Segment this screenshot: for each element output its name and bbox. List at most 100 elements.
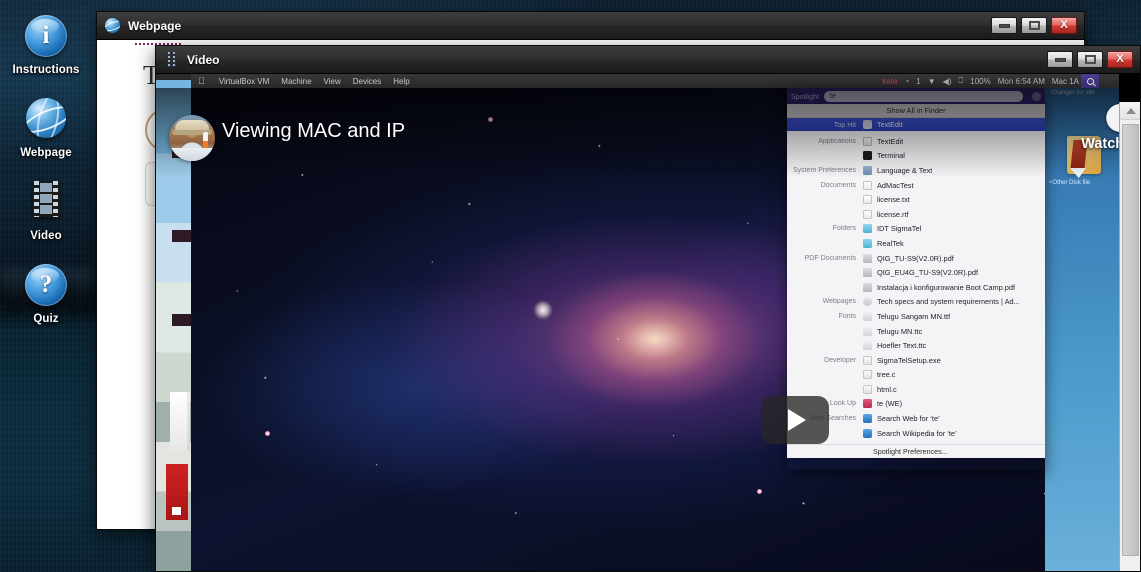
spotlight-result-name: license.rtf — [877, 209, 909, 219]
maximize-button[interactable] — [1021, 17, 1047, 34]
source-file-icon — [863, 370, 872, 380]
watch-later-label: Watch later — [1081, 136, 1119, 152]
maximize-button[interactable] — [1077, 51, 1103, 68]
minimize-button[interactable] — [1047, 51, 1073, 68]
webpage-titlebar[interactable]: Webpage X — [97, 12, 1084, 40]
close-icon: X — [1116, 53, 1124, 65]
webpage-icon — [863, 297, 872, 307]
spotlight-result-name: te (WE) — [877, 399, 903, 409]
spotlight-result-name: IDT SigmaTel — [877, 224, 922, 234]
dictionary-icon — [863, 399, 872, 409]
video-titlebar[interactable]: Video X — [156, 46, 1140, 74]
spotlight-result-name: Hoefler Text.ttc — [877, 341, 927, 351]
spotlight-result-name: Telugu Sangam MN.ttf — [877, 311, 951, 321]
wikipedia-search-icon — [863, 428, 872, 438]
spotlight-category: Applications — [818, 137, 856, 145]
wifi-icon: ▼ — [927, 76, 936, 86]
document-icon — [863, 180, 872, 190]
menubar-item-view: View — [316, 76, 341, 86]
spotlight-result-row: Webpages Tech specs and system requireme… — [787, 295, 1045, 310]
spotlight-result-name: TextEdit — [877, 120, 903, 129]
menubar-status-count: 1 — [916, 76, 921, 86]
info-circle-icon: i — [24, 15, 68, 59]
spotlight-result-row: PDF Documents QIG_TU-S9(V2.0R).pdf — [787, 251, 1045, 266]
spotlight-result-name: Telugu MN.ttc — [877, 326, 923, 336]
battery-percent: 100% — [970, 76, 991, 86]
spotlight-result-row: Fonts Telugu Sangam MN.ttf — [787, 309, 1045, 324]
spotlight-result-name: QIG_TU-S9(V2.0R).pdf — [877, 253, 954, 263]
desktop-icon-video[interactable]: Video — [0, 181, 92, 242]
menubar-status-kate: kate — [882, 76, 898, 86]
spotlight-result-name: html.c — [877, 384, 897, 394]
pdf-icon — [863, 268, 872, 278]
spotlight-result-name: tree.c — [877, 370, 896, 380]
spotlight-label: Spotlight — [791, 91, 819, 101]
video-frame-menubar:  VirtualBox VM Machine View Devices Hel… — [191, 74, 1119, 88]
spotlight-result-name: Terminal — [877, 151, 905, 161]
clear-icon — [1032, 91, 1041, 101]
spotlight-category: Folders — [832, 225, 856, 233]
right-capture-bottom-caption: <Other Disk file — [1049, 180, 1091, 186]
pdf-icon — [863, 253, 872, 263]
spotlight-result-row: Hoefler Text.ttc — [787, 338, 1045, 353]
battery-icon: ⎕ — [958, 76, 964, 85]
watch-later-button[interactable]: Watch later — [1081, 104, 1119, 152]
spotlight-result-name: license.txt — [877, 195, 910, 205]
globe-icon — [105, 17, 121, 34]
question-circle-icon: ? — [24, 264, 68, 308]
font-icon — [863, 311, 872, 321]
spotlight-result-row: Documents AdMacTest — [787, 178, 1045, 193]
menubar-user: Mac 1A — [1051, 76, 1079, 86]
spotlight-show-all-in-finder: Show All in Finder — [787, 104, 1045, 118]
spotlight-result-row: Terminal — [787, 149, 1045, 164]
desktop-icon-quiz[interactable]: ? Quiz — [0, 264, 92, 325]
desktop: i Instructions Webpage Video ? Quiz Webp… — [0, 0, 1141, 572]
desktop-icon-webpage[interactable]: Webpage — [0, 98, 92, 159]
video-frame-right-capture: Changes for site <Other Disk file — [1045, 88, 1119, 571]
spotlight-category: Top Hit — [833, 120, 856, 129]
spotlight-result-name: Language & Text — [877, 165, 933, 175]
scrollbar-thumb[interactable] — [1122, 124, 1139, 556]
spotlight-result-name: QIG_EU4G_TU-S9(V2.0R).pdf — [877, 268, 979, 278]
font-icon — [863, 341, 872, 351]
globe-icon — [24, 98, 68, 142]
video-window[interactable]: Video X Changes for site <Other Disk fil… — [155, 45, 1141, 572]
scroll-up-button[interactable] — [1120, 102, 1140, 120]
spotlight-result-name: AdMacTest — [877, 180, 914, 190]
document-icon — [863, 209, 872, 219]
spotlight-result-name: TextEdit — [877, 136, 904, 146]
spotlight-result-row: license.rtf — [787, 207, 1045, 222]
spotlight-search-input: te — [823, 90, 1023, 102]
clock-icon — [1106, 104, 1119, 132]
spotlight-category: System Preferences — [792, 166, 856, 174]
web-search-icon — [863, 414, 872, 424]
play-button[interactable] — [761, 396, 829, 444]
video-window-scrollbar[interactable] — [1119, 102, 1140, 571]
desktop-icon-instructions[interactable]: i Instructions — [0, 15, 92, 76]
spotlight-result-row: Instalacja i konfigurowanie Boot Camp.pd… — [787, 280, 1045, 295]
spotlight-result-row: QIG_EU4G_TU-S9(V2.0R).pdf — [787, 265, 1045, 280]
app-icon — [863, 120, 872, 129]
spotlight-result-name: Tech specs and system requirements | Ad.… — [877, 297, 1020, 307]
desktop-icon-label: Quiz — [33, 313, 59, 325]
minimize-icon — [998, 23, 1010, 28]
app-icon — [863, 136, 872, 146]
video-window-title: Video — [187, 52, 220, 67]
filmstrip-icon — [24, 181, 68, 225]
source-file-icon — [863, 384, 872, 394]
webpage-window-buttons: X — [991, 17, 1077, 34]
executable-icon — [863, 355, 872, 365]
spotlight-search-bar: Spotlight te — [787, 88, 1045, 104]
desktop-icon-label: Instructions — [12, 64, 80, 76]
menubar-item-help: Help — [386, 76, 409, 86]
minimize-icon — [1054, 57, 1066, 62]
minimize-button[interactable] — [991, 17, 1017, 34]
spotlight-category: Fonts — [838, 312, 856, 320]
spotlight-preferences-item: Spotlight Preferences... — [787, 444, 1045, 459]
close-button[interactable]: X — [1051, 17, 1077, 34]
avatar[interactable] — [169, 115, 215, 161]
close-button[interactable]: X — [1107, 51, 1133, 68]
video-content: Changes for site <Other Disk file  Virt… — [156, 74, 1140, 571]
video-player[interactable]: Changes for site <Other Disk file  Virt… — [156, 74, 1119, 571]
video-title[interactable]: Viewing MAC and IP — [222, 120, 405, 143]
